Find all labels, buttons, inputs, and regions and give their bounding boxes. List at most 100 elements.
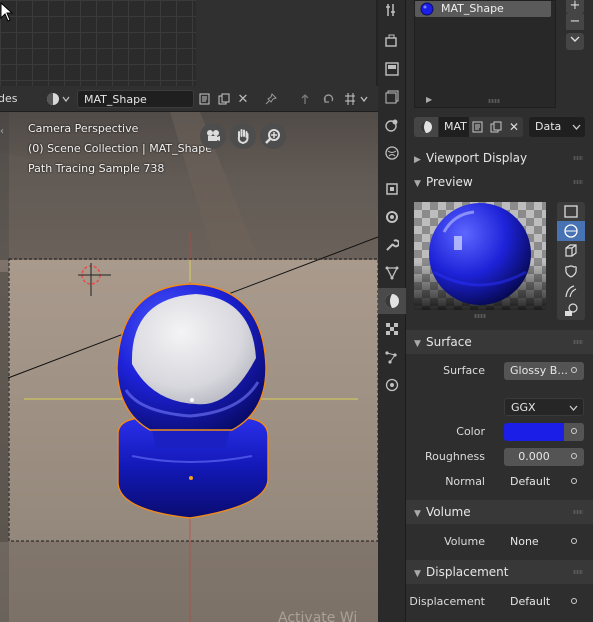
fake-user-icon[interactable] — [469, 117, 487, 137]
material-slot-label: MAT_Shape — [441, 2, 504, 15]
volume-field[interactable]: None — [504, 533, 584, 551]
panel-grip-icon[interactable] — [573, 156, 583, 160]
path-tracing-sample-label: Path Tracing Sample 738 — [28, 162, 165, 175]
preview-resize-grip-icon[interactable] — [474, 314, 486, 318]
toggle-camera-view-button[interactable] — [200, 123, 226, 149]
fake-user-icon[interactable] — [196, 90, 214, 108]
viewport-display-panel-header[interactable]: ▶ Viewport Display — [406, 146, 593, 170]
render-tab-icon[interactable] — [383, 32, 401, 50]
world-tab-icon[interactable] — [383, 144, 401, 162]
editor-header: des MAT_Shape ✕ — [0, 86, 378, 112]
volume-panel-header[interactable]: ▼ Volume — [406, 500, 593, 524]
toolbar-collapse-icon[interactable]: ‹ — [0, 126, 4, 137]
cube-icon — [565, 244, 577, 257]
unlink-material-icon[interactable]: ✕ — [234, 90, 252, 108]
3d-viewport[interactable]: Camera Perspective (0) Scene Collection … — [0, 112, 378, 622]
surface-label: Surface — [443, 364, 485, 377]
displacement-section-label: Displacement — [426, 565, 509, 579]
preview-shaderball-button[interactable] — [557, 301, 585, 320]
surface-shader-field[interactable]: Glossy B... — [504, 362, 584, 380]
roughness-label: Roughness — [424, 450, 485, 463]
roughness-field[interactable]: 0.000 — [504, 448, 564, 466]
slot-specials-menu-button[interactable] — [566, 33, 584, 50]
list-expand-icon[interactable]: ▶ — [426, 95, 432, 104]
scene-tab-icon[interactable] — [383, 116, 401, 134]
material-slot-list[interactable]: MAT_Shape ▶ — [414, 0, 556, 108]
viewport-display-label: Viewport Display — [426, 151, 528, 165]
panel-grip-icon[interactable] — [573, 180, 583, 184]
constraints-tab-icon[interactable] — [383, 376, 401, 394]
editor-mode-label[interactable]: des — [0, 92, 17, 105]
color-swatch[interactable] — [504, 423, 564, 441]
panel-grip-icon[interactable] — [573, 340, 583, 344]
surface-shader-value: Glossy B... — [510, 364, 568, 377]
preview-cube-button[interactable] — [557, 241, 585, 261]
panel-grip-icon[interactable] — [573, 570, 583, 574]
auto-offset-icon[interactable] — [320, 90, 338, 108]
preview-hair-button[interactable] — [557, 281, 585, 301]
pan-view-button[interactable] — [230, 123, 256, 149]
pin-icon[interactable] — [262, 90, 280, 108]
material-preview-image — [414, 202, 546, 310]
object-tab-icon[interactable] — [383, 180, 401, 198]
material-datablock-name[interactable]: MAT — [439, 117, 469, 137]
view-layer-tab-icon[interactable] — [383, 88, 401, 106]
preview-panel-header[interactable]: ▼ Preview — [406, 170, 593, 194]
normal-field[interactable]: Default — [504, 473, 584, 491]
color-socket-button[interactable] — [564, 423, 584, 441]
material-tab[interactable] — [378, 288, 406, 314]
add-material-slot-button[interactable]: + — [566, 0, 584, 14]
resize-grip-icon[interactable] — [488, 99, 500, 103]
material-browse-button[interactable] — [44, 90, 74, 108]
material-link-dropdown[interactable]: Data — [529, 117, 585, 137]
preview-flat-button[interactable] — [557, 202, 585, 221]
volume-value: None — [510, 535, 539, 548]
parent-node-tree-icon[interactable] — [296, 90, 314, 108]
list-item[interactable]: MAT_Shape — [415, 1, 551, 17]
displacement-field[interactable]: Default — [504, 593, 584, 611]
preview-shape-selector — [557, 202, 585, 320]
wrench-icon[interactable] — [383, 236, 401, 254]
surface-panel-header[interactable]: ▼ Surface — [406, 330, 593, 354]
chevron-down-icon — [572, 124, 581, 130]
preview-monkey-button[interactable] — [557, 261, 585, 281]
remove-material-slot-button[interactable]: − — [566, 14, 584, 30]
duplicate-material-icon[interactable] — [215, 90, 233, 108]
unlink-material-icon[interactable]: ✕ — [505, 117, 523, 137]
hand-icon — [237, 129, 249, 144]
magnifier-icon — [265, 129, 280, 144]
output-tab-icon[interactable] — [383, 60, 401, 78]
expand-arrow-icon: ▶ — [414, 155, 421, 165]
preview-sphere-button[interactable] — [557, 221, 585, 241]
shaderball-icon — [565, 303, 578, 316]
snapping-dropdown[interactable] — [342, 90, 372, 108]
particles-tab-icon[interactable] — [383, 264, 401, 282]
scene-collection-label: (0) Scene Collection | MAT_Shape — [28, 142, 213, 155]
camera-perspective-label: Camera Perspective — [28, 122, 139, 135]
texture-tab-icon[interactable] — [383, 320, 401, 338]
material-name-field[interactable]: MAT_Shape — [77, 90, 194, 108]
material-sphere-icon — [385, 294, 399, 308]
chevron-down-icon — [569, 405, 578, 411]
volume-section-label: Volume — [426, 505, 471, 519]
material-sphere-icon — [47, 93, 70, 105]
displacement-panel-header[interactable]: ▼ Displacement — [406, 560, 593, 584]
distribution-dropdown[interactable]: GGX — [504, 398, 584, 416]
material-ball-icon — [420, 2, 434, 16]
camera-icon — [207, 130, 220, 141]
modifiers-tab-icon[interactable] — [383, 208, 401, 226]
activate-windows-watermark: Activate Wi — [278, 610, 358, 622]
object-data-tab-icon[interactable] — [383, 348, 401, 366]
zoom-view-button[interactable] — [260, 123, 286, 149]
roughness-socket-button[interactable] — [564, 448, 584, 466]
socket-icon — [571, 428, 577, 434]
duplicate-material-icon[interactable] — [487, 117, 505, 137]
node-editor-canvas[interactable] — [0, 0, 196, 86]
tool-settings-tab-icon[interactable] — [383, 1, 401, 19]
snap-grid-icon — [345, 93, 368, 105]
browse-material-button[interactable] — [414, 117, 438, 137]
editor-background — [196, 0, 376, 86]
panel-grip-icon[interactable] — [573, 510, 583, 514]
viewport-render — [0, 112, 378, 622]
displacement-label: Displacement — [409, 595, 485, 608]
